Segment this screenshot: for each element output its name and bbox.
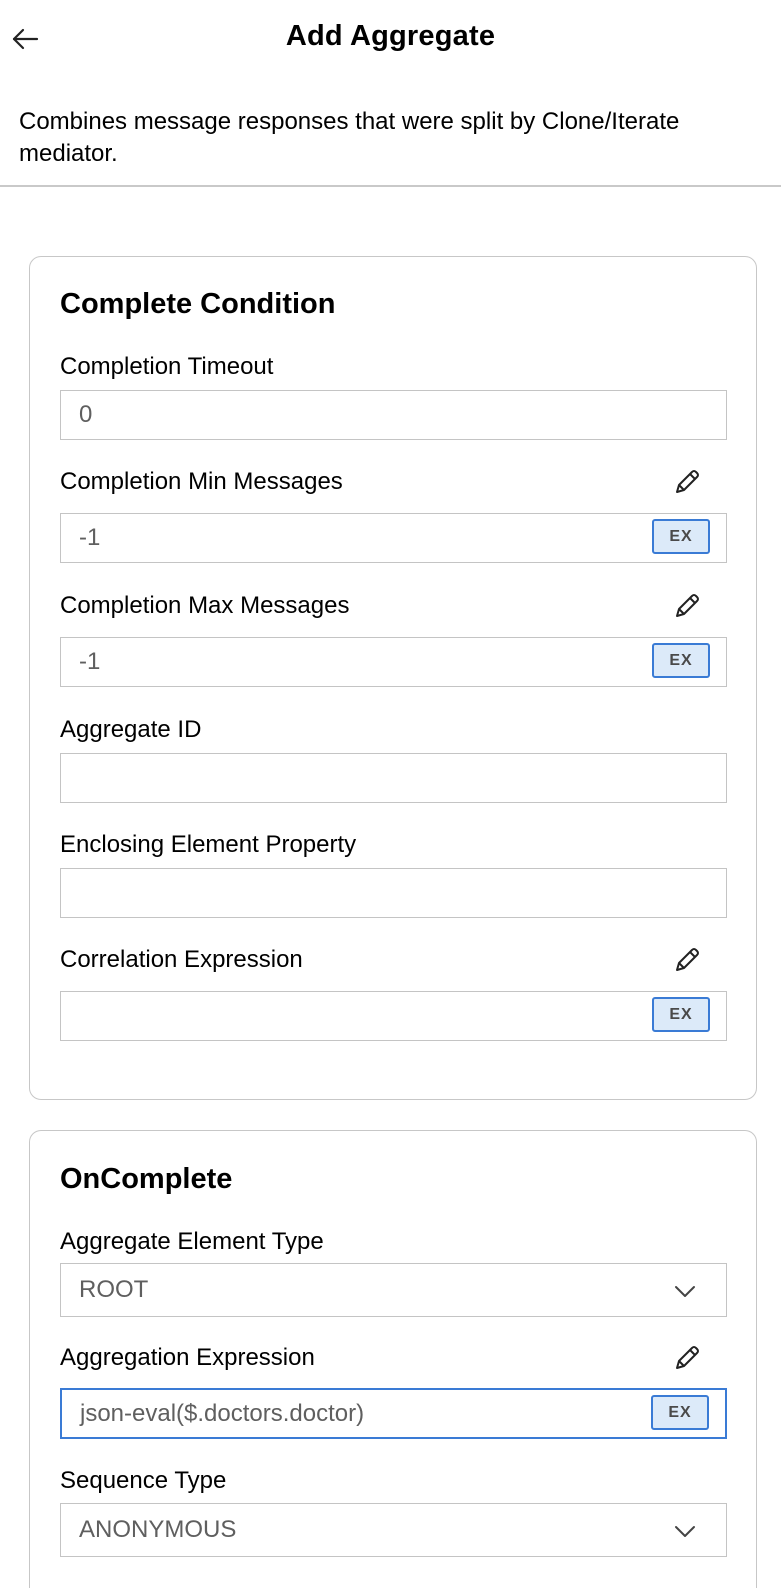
aggregate-element-type-select[interactable]: ROOT — [60, 1263, 727, 1317]
expression-toggle-button[interactable]: EX — [651, 1395, 709, 1430]
completion-min-messages-input[interactable]: -1 EX — [60, 513, 727, 563]
aggregate-element-type-label: Aggregate Element Type — [60, 1228, 324, 1255]
aggregation-expression-input[interactable]: json-eval($.doctors.doctor) EX — [60, 1388, 727, 1439]
chevron-down-icon — [675, 1526, 695, 1537]
completion-timeout-label: Completion Timeout — [60, 353, 274, 380]
completion-max-messages-value: -1 — [79, 648, 101, 675]
aggregation-expression-value: json-eval($.doctors.doctor) — [80, 1399, 365, 1427]
completion-timeout-value: 0 — [79, 401, 93, 428]
aggregate-id-label: Aggregate ID — [60, 716, 202, 743]
chevron-down-icon — [675, 1286, 695, 1297]
expression-toggle-button[interactable]: EX — [652, 997, 710, 1032]
pencil-icon[interactable] — [670, 943, 704, 977]
sequence-type-select[interactable]: ANONYMOUS — [60, 1503, 727, 1557]
correlation-expression-label: Correlation Expression — [60, 946, 303, 973]
sequence-type-label: Sequence Type — [60, 1467, 227, 1494]
expression-toggle-button[interactable]: EX — [652, 643, 710, 678]
correlation-expression-input[interactable]: EX — [60, 991, 727, 1041]
aggregate-element-type-value: ROOT — [79, 1276, 149, 1303]
section-title: OnComplete — [60, 1163, 233, 1195]
expression-toggle-button[interactable]: EX — [652, 519, 710, 554]
enclosing-element-property-label: Enclosing Element Property — [60, 831, 357, 858]
complete-condition-section: Complete Condition Completion Timeout 0 … — [29, 256, 757, 1100]
pencil-icon[interactable] — [670, 465, 704, 499]
pencil-icon[interactable] — [670, 1341, 704, 1375]
pencil-icon[interactable] — [670, 589, 704, 623]
sequence-type-value: ANONYMOUS — [79, 1516, 237, 1543]
completion-timeout-input[interactable]: 0 — [60, 390, 727, 440]
add-aggregate-panel: Add Aggregate Combines message responses… — [0, 0, 781, 1588]
aggregation-expression-label: Aggregation Expression — [60, 1344, 315, 1371]
completion-min-messages-value: -1 — [79, 524, 101, 551]
aggregate-id-input[interactable] — [60, 753, 727, 803]
mediator-description: Combines message responses that were spl… — [19, 108, 680, 167]
header: Add Aggregate — [0, 0, 781, 78]
header-divider — [0, 185, 781, 187]
on-complete-section: OnComplete Aggregate Element Type ROOT A… — [29, 1130, 757, 1588]
completion-min-messages-label: Completion Min Messages — [60, 468, 343, 495]
completion-max-messages-label: Completion Max Messages — [60, 592, 350, 619]
page-title: Add Aggregate — [285, 20, 496, 52]
completion-max-messages-input[interactable]: -1 EX — [60, 637, 727, 687]
enclosing-element-property-input[interactable] — [60, 868, 727, 918]
section-title: Complete Condition — [60, 288, 336, 320]
